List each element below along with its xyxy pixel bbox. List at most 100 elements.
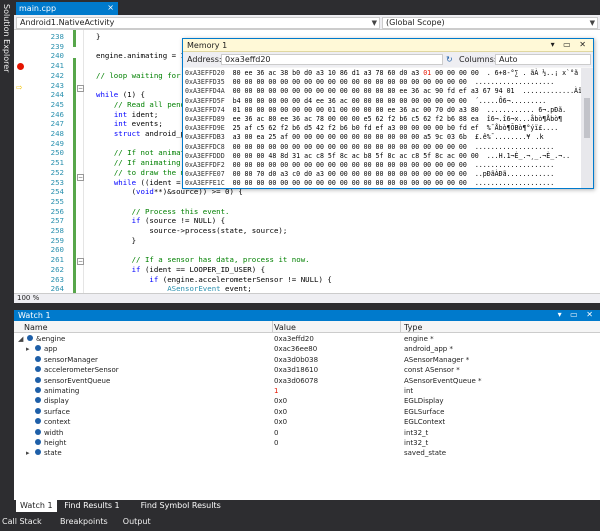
watch-value[interactable]: 0xa3d18610 <box>274 366 318 374</box>
watch-row[interactable]: ▸ app 0xac36ee80 android_app * <box>14 344 600 354</box>
memory-bytes-tail[interactable]: 00 00 00 00 <box>435 69 487 77</box>
memory-row[interactable]: 0xA3EFFDDD 00 00 00 48 8d 31 ac c8 5f 8c… <box>185 152 570 160</box>
watch-value[interactable]: 0 <box>274 439 278 447</box>
column-header-name[interactable]: Name <box>24 323 48 332</box>
memory-bytes[interactable]: 01 00 00 00 00 00 00 00 01 00 00 00 00 e… <box>233 106 424 114</box>
watch-row[interactable]: context 0x0 EGLContext <box>14 417 600 427</box>
solution-explorer-strip[interactable]: Solution Explorer <box>0 0 14 531</box>
code-line[interactable]: if (source != NULL) { <box>96 216 225 225</box>
watch-row[interactable]: height 0 int32_t <box>14 438 600 448</box>
close-icon[interactable]: × <box>107 3 114 12</box>
memory-row[interactable]: 0xA3EFFD74 01 00 00 00 00 00 00 00 01 00… <box>185 106 566 114</box>
memory-row[interactable]: 0xA3EFFDB3 a3 00 ea 25 af 00 00 00 00 00… <box>185 133 544 142</box>
changed-byte[interactable]: 01 <box>423 69 435 77</box>
memory-row[interactable]: 0xA3EFFD89 ee 36 ac 80 ee 36 ac 78 00 00… <box>185 115 562 123</box>
watch-name[interactable]: animating <box>44 387 79 395</box>
watch-value[interactable]: 0 <box>274 429 278 437</box>
watch-row[interactable]: accelerometerSensor 0xa3d18610 const ASens… <box>14 365 600 375</box>
memory-bytes-tail[interactable]: 00 00 00 00 <box>423 170 475 178</box>
window-controls[interactable]: ▾ ▭ ✕ <box>551 40 589 49</box>
collapse-icon[interactable]: − <box>77 85 84 92</box>
code-line[interactable]: source->process(state, source); <box>96 226 287 235</box>
column-divider[interactable] <box>272 321 273 333</box>
zoom-level[interactable]: 100 % <box>17 294 39 302</box>
watch-name[interactable]: width <box>44 429 63 437</box>
watch-name[interactable]: height <box>44 439 66 447</box>
memory-bytes[interactable]: 00 00 00 00 00 00 00 00 00 00 00 00 00 0… <box>233 78 424 86</box>
watch-row[interactable]: ▸ state saved_state <box>14 448 600 458</box>
watch-value[interactable]: 1 <box>274 387 278 395</box>
memory-row[interactable]: 0xA3EFFDF2 00 00 00 00 00 00 00 00 00 00… <box>185 161 554 169</box>
memory-bytes[interactable]: a3 00 ea 25 af 00 00 00 00 00 00 00 00 0… <box>233 133 424 141</box>
watch-rows[interactable]: ◢ &engine 0xa3effd20 engine * ▸ app 0xac36ee80… <box>14 333 600 510</box>
code-line[interactable]: } <box>96 32 100 41</box>
memory-bytes[interactable]: 80 ee 36 ac 38 b0 d0 a3 10 86 d1 a3 78 6… <box>233 69 424 77</box>
memory-bytes[interactable]: 00 00 00 00 00 00 00 00 00 00 00 00 00 8… <box>233 87 424 95</box>
code-line[interactable]: if (ident == LOOPER_ID_USER) { <box>96 265 266 274</box>
window-controls[interactable]: ▾ ▭ ✕ <box>558 310 596 319</box>
memory-row[interactable]: 0xA3EFFD9E 25 af c5 62 f2 b6 d5 42 f2 b6… <box>185 124 558 132</box>
memory-row[interactable]: 0xA3EFFD5F b4 00 00 00 00 00 d4 ee 36 ac… <box>185 97 546 105</box>
memory-bytes[interactable]: 00 00 00 48 8d 31 ac c8 5f 8c ac b8 5f 8… <box>233 152 424 160</box>
memory-contents[interactable]: 0xA3EFFD20 80 ee 36 ac 38 b0 d0 a3 10 86… <box>183 68 581 188</box>
watch-window[interactable]: Watch 1 ▾ ▭ ✕ Name Value Type ◢ &engine 0x… <box>14 310 600 510</box>
watch-value[interactable]: 0xa3effd20 <box>274 335 314 343</box>
watch-value[interactable]: 0x0 <box>274 418 287 426</box>
tool-tab[interactable]: Watch 1 <box>16 500 57 512</box>
memory-bytes[interactable]: 00 00 00 00 00 00 00 00 00 00 00 00 00 0… <box>233 143 424 151</box>
code-line[interactable]: engine.animating = 1; <box>96 51 189 60</box>
memory-bytes-tail[interactable]: 00 00 00 00 <box>423 78 475 86</box>
refresh-icon[interactable]: ↻ <box>446 55 453 64</box>
watch-name[interactable]: sensorManager <box>44 356 98 364</box>
watch-row[interactable]: sensorEventQueue 0xa3d06078 ASensorEventQu… <box>14 376 600 386</box>
memory-bytes[interactable]: 00 00 00 00 00 00 00 00 00 00 00 00 00 0… <box>233 161 424 169</box>
code-line[interactable]: int ident; <box>96 110 159 119</box>
breakpoint-icon[interactable] <box>17 63 24 70</box>
memory-bytes-tail[interactable]: 00 00 00 00 <box>423 143 475 151</box>
memory-bytes-tail[interactable]: 00 00 00 00 <box>423 179 475 187</box>
memory-bytes-tail[interactable]: 5f 8c ac 00 00 <box>423 152 487 160</box>
scrollbar-thumb[interactable] <box>584 98 590 138</box>
watch-name[interactable]: app <box>44 345 57 353</box>
code-line[interactable]: if (engine.accelerometerSensor != NULL) … <box>96 275 331 284</box>
watch-value[interactable]: 0xa3d06078 <box>274 377 318 385</box>
memory-bytes-tail[interactable]: c5 62 f2 b6 88 ea <box>411 115 486 123</box>
solution-explorer-label[interactable]: Solution Explorer <box>2 4 11 72</box>
collapse-icon[interactable]: − <box>77 174 84 181</box>
project-dropdown[interactable]: Android1.NativeActivity ▼ <box>16 17 380 29</box>
memory-bytes[interactable]: 00 00 00 00 00 00 00 00 00 00 00 00 00 0… <box>233 179 424 187</box>
memory-window-title-bar[interactable]: Memory 1 ▾ ▭ ✕ <box>183 39 593 52</box>
memory-bytes-tail[interactable]: 00 00 00 00 <box>423 97 475 105</box>
watch-value[interactable]: 0xa3d0b038 <box>274 356 318 364</box>
panel-tab[interactable]: Breakpoints <box>60 517 108 526</box>
code-line[interactable]: } <box>96 236 136 245</box>
memory-scrollbar[interactable] <box>581 68 593 188</box>
column-divider[interactable] <box>400 321 401 333</box>
memory-bytes[interactable]: 00 80 70 d0 a3 c0 d0 a3 00 00 00 00 00 0… <box>233 170 424 178</box>
memory-row[interactable]: 0xA3EFFD35 00 00 00 00 00 00 00 00 00 00… <box>185 78 554 86</box>
code-line[interactable]: // Process this event. <box>96 207 230 216</box>
watch-name[interactable]: sensorEventQueue <box>44 377 110 385</box>
collapse-icon[interactable]: − <box>77 258 84 265</box>
column-header-value[interactable]: Value <box>274 323 296 332</box>
code-line[interactable]: int events; <box>96 119 163 128</box>
code-line[interactable]: ASensorEvent event; <box>96 284 252 293</box>
watch-name[interactable]: state <box>44 449 62 457</box>
watch-row[interactable]: width 0 int32_t <box>14 428 600 438</box>
watch-row[interactable]: display 0x0 EGLDisplay <box>14 396 600 406</box>
code-line[interactable]: while (1) { <box>96 90 145 99</box>
memory-row[interactable]: 0xA3EFFE1C 00 00 00 00 00 00 00 00 00 00… <box>185 179 554 187</box>
watch-value[interactable]: 0x0 <box>274 408 287 416</box>
memory-bytes-tail[interactable]: ac 90 fd ef a3 67 94 01 <box>423 87 522 95</box>
scope-dropdown[interactable]: (Global Scope) ▼ <box>382 17 598 29</box>
memory-row[interactable]: 0xA3EFFE07 00 80 70 d0 a3 c0 d0 a3 00 00… <box>185 170 554 178</box>
memory-bytes[interactable]: b4 00 00 00 00 00 d4 ee 36 ac 00 00 00 0… <box>233 97 424 105</box>
memory-bytes[interactable]: ee 36 ac 80 ee 36 ac 78 00 00 00 e5 62 f… <box>233 115 412 123</box>
memory-bytes-tail[interactable]: 00 70 d0 a3 80 <box>423 106 487 114</box>
watch-value[interactable]: 0xac36ee80 <box>274 345 317 353</box>
columns-dropdown[interactable]: Auto <box>495 54 591 65</box>
watch-name[interactable]: context <box>44 418 70 426</box>
watch-row[interactable]: ◢ &engine 0xa3effd20 engine * <box>14 334 600 344</box>
memory-row[interactable]: 0xA3EFFDC8 00 00 00 00 00 00 00 00 00 00… <box>185 143 554 151</box>
watch-name[interactable]: &engine <box>36 335 65 343</box>
